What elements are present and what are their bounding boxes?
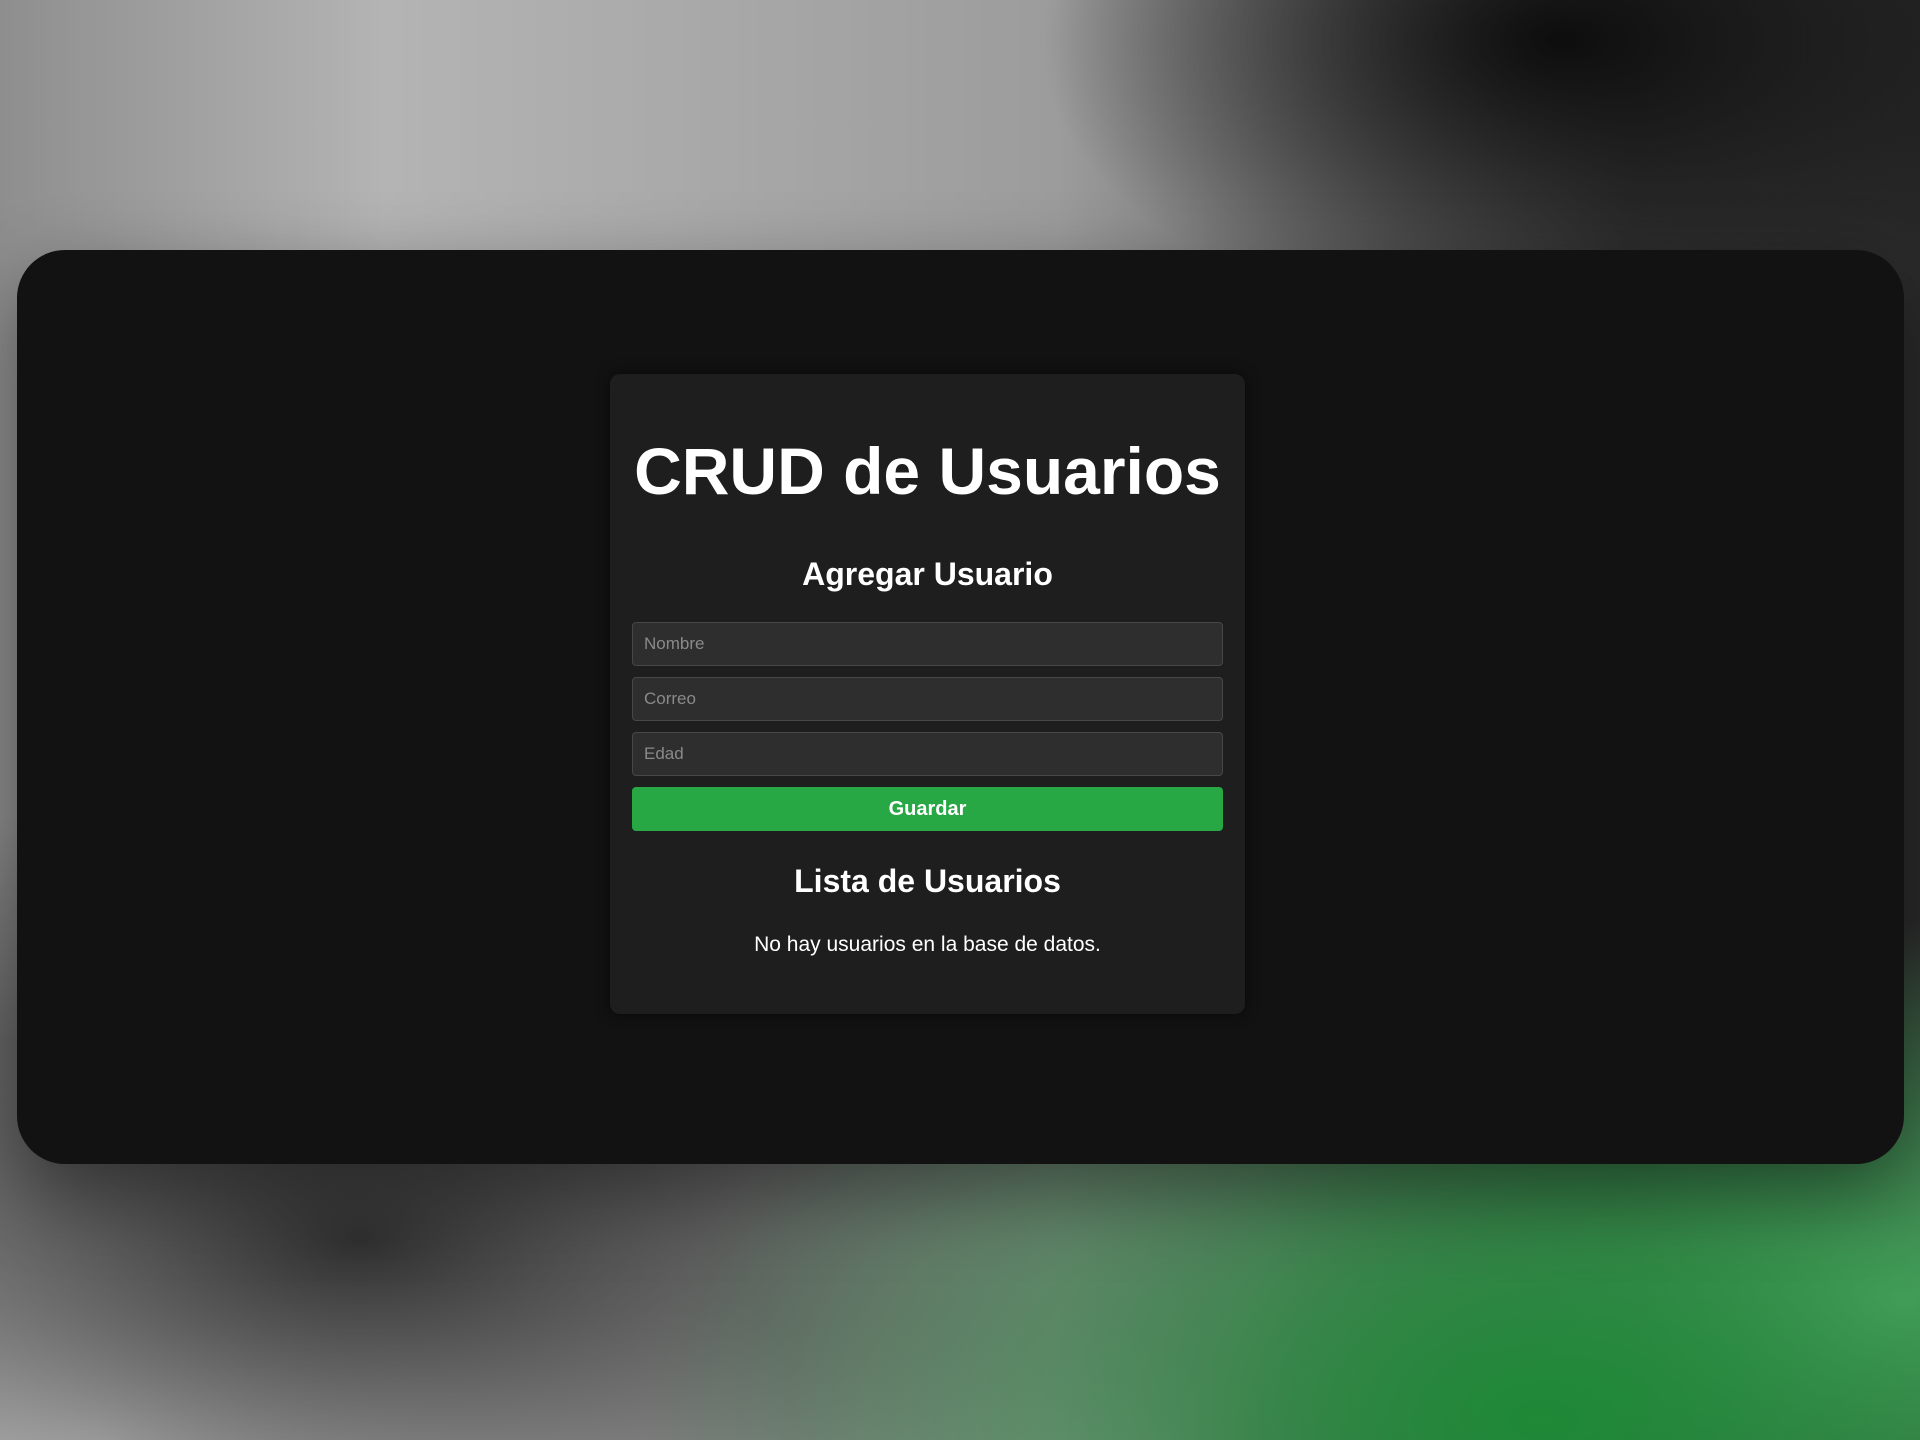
- add-user-heading: Agregar Usuario: [802, 556, 1053, 592]
- user-list-heading: Lista de Usuarios: [794, 863, 1061, 899]
- age-input[interactable]: [632, 732, 1223, 776]
- empty-list-message: No hay usuarios en la base de datos.: [754, 933, 1101, 956]
- save-button[interactable]: Guardar: [632, 787, 1223, 831]
- page-title: CRUD de Usuarios: [634, 434, 1221, 508]
- crud-card: CRUD de Usuarios Agregar Usuario Guardar…: [610, 374, 1245, 1014]
- name-input[interactable]: [632, 622, 1223, 666]
- add-user-form: Guardar: [632, 622, 1223, 831]
- app-window: CRUD de Usuarios Agregar Usuario Guardar…: [17, 250, 1904, 1164]
- email-input[interactable]: [632, 677, 1223, 721]
